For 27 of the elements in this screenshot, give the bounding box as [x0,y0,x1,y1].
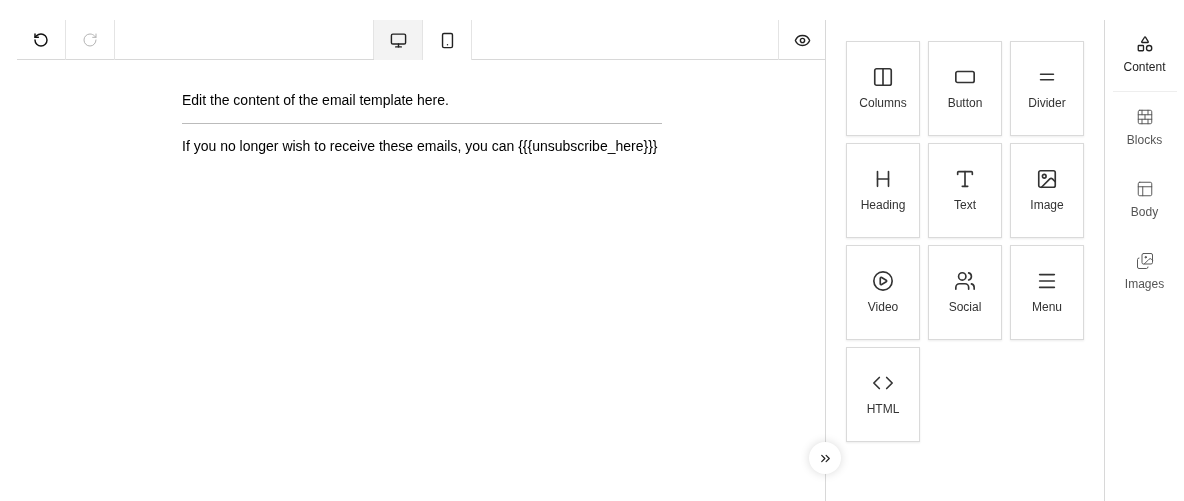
content-tool-card[interactable]: Columns [846,41,920,136]
content-tool-card[interactable]: Image [1010,143,1084,238]
content-tool-card[interactable]: Text [928,143,1002,238]
email-text: Edit the content of the email template here. [182,92,450,109]
images-icon [1135,251,1154,270]
sidebar-tab[interactable]: Images [1112,236,1177,308]
people-icon [954,269,976,292]
collapse-button[interactable] [809,442,841,474]
sidebar-tab[interactable]: Blocks [1112,92,1177,164]
image-icon [1036,167,1058,190]
layout-icon [1135,179,1154,198]
sidebar-tab[interactable]: Content [1112,20,1177,92]
content-tool-card[interactable]: Menu [1010,245,1084,340]
content-tool-card[interactable]: Button [928,41,1002,136]
content-tool-card[interactable]: HTML [846,347,920,442]
play-icon [872,269,894,292]
email-text: If you no longer wish to receive these emails, you can {{{unsubscribe_here}}} [182,138,659,155]
content-tool-card[interactable]: Social [928,245,1002,340]
sidebar-tab[interactable]: Body [1112,164,1177,236]
brick-icon [1135,107,1154,126]
monitor-icon [389,31,407,49]
columns-icon [872,65,894,88]
content-tool-card[interactable]: Video [846,245,920,340]
desktop-view-button[interactable] [374,20,423,60]
content-tool-card[interactable]: Heading [846,143,920,238]
content-tool-card[interactable]: Divider [1010,41,1084,136]
shapes-icon [1135,35,1154,53]
